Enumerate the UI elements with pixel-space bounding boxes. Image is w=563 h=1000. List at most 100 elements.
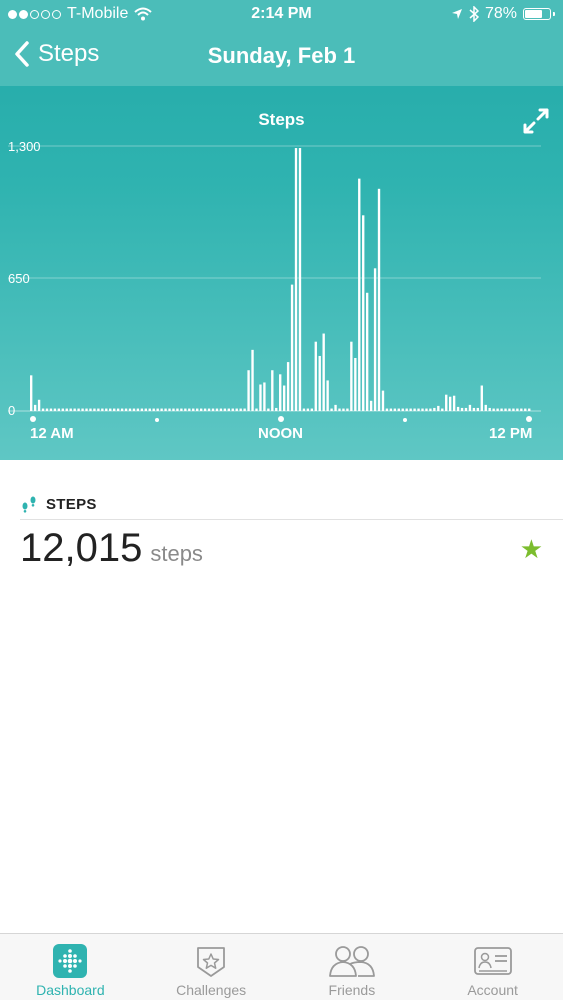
step-bar bbox=[81, 408, 84, 411]
step-bar bbox=[164, 408, 167, 411]
step-bar bbox=[520, 408, 523, 411]
step-bar bbox=[180, 408, 183, 411]
steps-total-row: 12,015 steps ★ bbox=[20, 526, 543, 576]
step-bar bbox=[263, 382, 266, 411]
step-bar bbox=[215, 408, 219, 411]
step-bar bbox=[290, 284, 294, 411]
step-bar bbox=[172, 408, 175, 411]
step-bar bbox=[199, 408, 203, 411]
step-bar bbox=[417, 408, 420, 411]
step-bar bbox=[397, 408, 400, 411]
step-bar bbox=[472, 407, 476, 411]
step-bar bbox=[282, 385, 286, 411]
step-bar bbox=[413, 408, 416, 411]
step-bar bbox=[421, 408, 424, 411]
tab-friends[interactable]: Friends bbox=[282, 934, 423, 1000]
step-bar bbox=[69, 408, 72, 411]
step-bar bbox=[460, 407, 464, 411]
step-bar bbox=[464, 407, 468, 411]
account-icon bbox=[473, 947, 512, 975]
step-bar bbox=[369, 400, 373, 411]
tab-challenges[interactable]: Challenges bbox=[141, 934, 282, 1000]
step-bar bbox=[504, 408, 507, 411]
step-bar bbox=[275, 407, 278, 411]
step-bar bbox=[294, 148, 298, 412]
tab-account[interactable]: Account bbox=[422, 934, 563, 1000]
step-bar bbox=[192, 408, 195, 411]
step-bar bbox=[227, 408, 231, 411]
tab-dashboard[interactable]: Dashboard bbox=[0, 934, 141, 1000]
steps-unit: steps bbox=[150, 541, 203, 566]
step-bar bbox=[235, 408, 238, 411]
step-bar bbox=[500, 408, 503, 411]
step-bar bbox=[53, 408, 57, 411]
step-bar bbox=[247, 370, 250, 411]
section-heading: STEPS bbox=[46, 495, 97, 513]
tab-label: Dashboard bbox=[36, 982, 105, 998]
step-bar bbox=[89, 408, 92, 411]
step-bar bbox=[401, 408, 404, 411]
step-bar bbox=[65, 408, 68, 411]
divider bbox=[20, 519, 563, 520]
step-bar bbox=[33, 404, 37, 411]
tab-label: Account bbox=[467, 982, 518, 998]
step-bar bbox=[448, 396, 452, 411]
step-bar bbox=[45, 408, 49, 411]
step-bar bbox=[330, 408, 333, 411]
step-bar bbox=[188, 408, 191, 411]
step-bar bbox=[524, 408, 527, 411]
step-bar bbox=[373, 268, 377, 411]
step-bar bbox=[393, 408, 397, 411]
step-bar bbox=[298, 148, 302, 412]
goal-star-icon: ★ bbox=[519, 534, 543, 564]
step-bar bbox=[85, 408, 88, 411]
step-bar bbox=[136, 408, 140, 411]
step-bar bbox=[196, 408, 199, 411]
step-bar bbox=[251, 349, 254, 411]
step-bar bbox=[508, 408, 511, 411]
step-bar bbox=[358, 178, 361, 411]
step-bar bbox=[468, 404, 472, 411]
step-bar bbox=[101, 408, 104, 411]
step-bar bbox=[433, 407, 436, 411]
step-bar bbox=[306, 408, 310, 411]
step-bar bbox=[484, 404, 487, 411]
step-bar bbox=[342, 408, 345, 411]
step-bar bbox=[381, 390, 385, 411]
step-bar bbox=[326, 380, 329, 411]
dashboard-icon bbox=[53, 944, 88, 978]
step-bar bbox=[350, 341, 353, 411]
tab-label: Challenges bbox=[176, 982, 247, 998]
step-bar bbox=[362, 215, 365, 411]
step-bar bbox=[389, 408, 393, 411]
step-bar bbox=[286, 362, 290, 411]
step-bar bbox=[405, 408, 408, 411]
step-bar bbox=[259, 384, 262, 411]
step-bar bbox=[480, 385, 483, 411]
step-bar bbox=[231, 408, 234, 411]
step-bar bbox=[429, 408, 432, 411]
tab-label: Friends bbox=[328, 982, 376, 998]
step-bar bbox=[322, 333, 325, 411]
step-bar bbox=[140, 408, 144, 411]
step-bar bbox=[61, 408, 64, 411]
step-bar bbox=[409, 408, 412, 411]
step-bar bbox=[271, 370, 274, 411]
step-bar bbox=[512, 408, 515, 411]
step-bar bbox=[211, 408, 215, 411]
step-bar bbox=[30, 375, 33, 411]
step-bar bbox=[338, 408, 341, 411]
step-bar bbox=[488, 407, 491, 411]
step-bar bbox=[437, 405, 440, 411]
footprints-icon bbox=[22, 496, 36, 513]
step-bar bbox=[97, 408, 100, 411]
step-bar bbox=[41, 408, 45, 411]
step-bar bbox=[105, 408, 108, 411]
steps-section: STEPS bbox=[20, 490, 563, 518]
step-bar bbox=[120, 408, 124, 411]
step-bar bbox=[243, 408, 246, 411]
step-bar bbox=[57, 408, 61, 411]
step-bar bbox=[302, 408, 306, 411]
step-bar bbox=[148, 408, 151, 411]
step-bar bbox=[168, 408, 171, 411]
